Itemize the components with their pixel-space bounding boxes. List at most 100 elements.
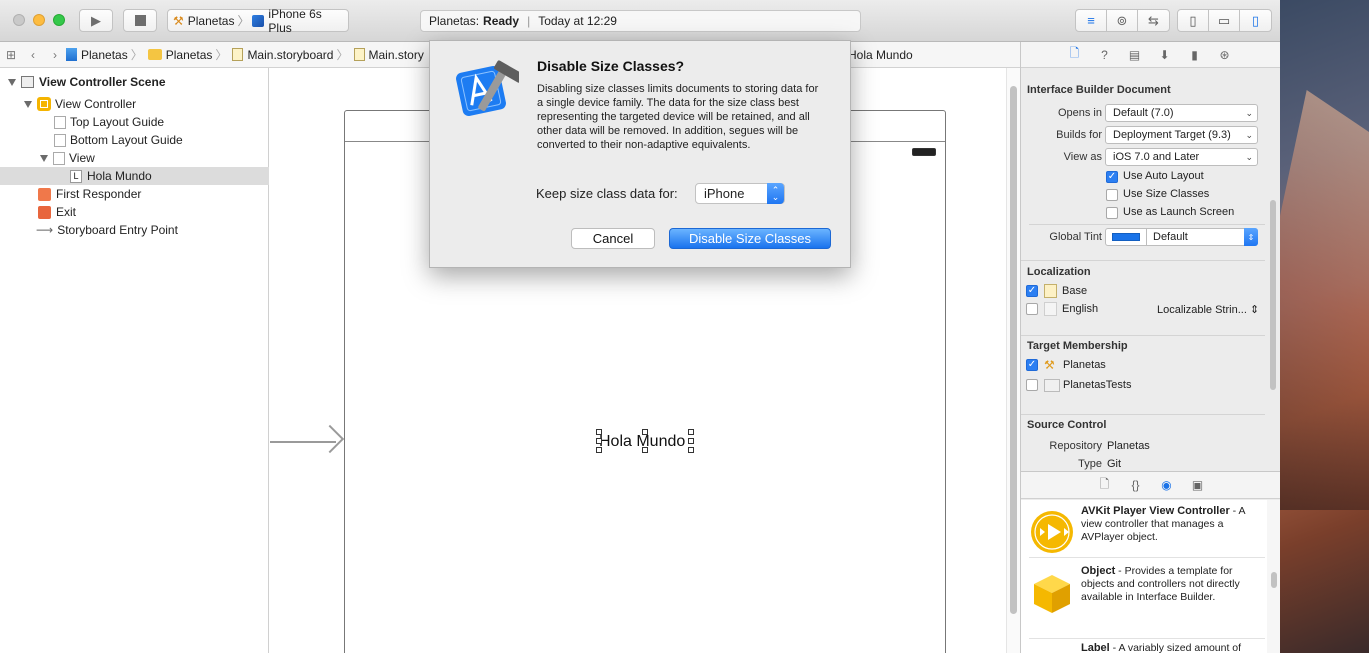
disclosure-triangle-icon[interactable] <box>40 154 48 162</box>
outline-view[interactable]: View <box>40 149 95 167</box>
outline-view-controller[interactable]: View Controller <box>24 95 136 113</box>
breadcrumb-project[interactable]: Planetas 〉 <box>66 46 146 63</box>
breadcrumb-folder[interactable]: Planetas 〉 <box>147 46 231 63</box>
left-panel-icon: ▯ <box>1189 12 1197 28</box>
localization-english-checkbox[interactable] <box>1026 303 1038 315</box>
first-responder-icon <box>38 187 51 201</box>
resize-handle[interactable] <box>596 429 602 435</box>
bottom-panel-icon: ▭ <box>1217 12 1231 28</box>
library-item[interactable]: Object - Provides a template for objects… <box>1021 558 1267 638</box>
zoom-window-button[interactable] <box>53 14 65 26</box>
library-item-desc: - A variably sized amount of <box>1109 642 1242 653</box>
quick-help-icon[interactable]: ? <box>1096 46 1113 63</box>
forward-arrow-icon[interactable]: › <box>44 48 66 62</box>
disclosure-triangle-icon[interactable] <box>8 78 16 86</box>
library-item[interactable]: AVKit Player View Controller - A view co… <box>1021 500 1267 555</box>
popup-value: iOS 7.0 and Later <box>1113 151 1200 163</box>
app-target-icon: ⚒ <box>1044 358 1055 372</box>
inspector-tabs: 🗋 ? ▤ ⬇ ▮ ⊛ <box>1021 42 1280 68</box>
minimize-window-button[interactable] <box>33 14 45 26</box>
stop-button[interactable] <box>123 9 157 32</box>
scheme-selector[interactable]: ⚒ Planetas 〉 iPhone 6s Plus <box>167 7 349 35</box>
outline-entry-point[interactable]: ⟶ Storyboard Entry Point <box>36 221 178 239</box>
resize-handle[interactable] <box>642 447 648 453</box>
scrollbar-thumb[interactable] <box>1271 572 1277 588</box>
attributes-inspector-icon[interactable]: ⬇ <box>1156 46 1173 63</box>
use-auto-layout-label: Use Auto Layout <box>1123 170 1204 182</box>
outline-label: Bottom Layout Guide <box>70 133 183 147</box>
media-library-icon[interactable]: ▣ <box>1189 477 1206 494</box>
outline-first-responder[interactable]: First Responder <box>38 185 141 203</box>
library-item[interactable]: Label - A variably sized amount of <box>1021 639 1267 653</box>
localization-file-icon <box>1044 302 1057 316</box>
toggle-debug-area-button[interactable]: ▭ <box>1209 10 1240 31</box>
popup-value: Default (7.0) <box>1113 107 1174 119</box>
resize-handle[interactable] <box>688 438 694 444</box>
outline-top-layout-guide[interactable]: Top Layout Guide <box>54 113 164 131</box>
outline-bottom-layout-guide[interactable]: Bottom Layout Guide <box>54 131 183 149</box>
disable-size-classes-button[interactable]: Disable Size Classes <box>669 228 831 249</box>
related-items-icon[interactable]: ⊞ <box>0 48 22 62</box>
run-button[interactable]: ▶ <box>79 9 113 32</box>
resize-handle[interactable] <box>688 429 694 435</box>
mountain-peak <box>1280 90 1369 510</box>
loc-english-type-popup[interactable]: Localizable Strin... ⇕ <box>1157 303 1259 316</box>
standard-editor-button[interactable]: ≡ <box>1076 10 1107 31</box>
cancel-button[interactable]: Cancel <box>571 228 655 249</box>
canvas-scrollbar[interactable] <box>1006 68 1020 653</box>
global-tint-popup[interactable]: Default ⇕ <box>1146 228 1258 246</box>
toggle-utilities-button[interactable]: ▯ <box>1240 10 1271 31</box>
section-title: Interface Builder Document <box>1027 84 1171 96</box>
inspector-scrollbar[interactable] <box>1266 70 1280 498</box>
outline-label-hola-mundo[interactable]: L Hola Mundo <box>0 167 269 185</box>
identity-inspector-icon[interactable]: ▤ <box>1126 46 1143 63</box>
breadcrumb-storyboard-base[interactable]: Main.story <box>353 48 424 62</box>
library-item-text: Label - A variably sized amount of <box>1081 642 1261 653</box>
disclosure-triangle-icon[interactable] <box>24 100 32 108</box>
resize-handle[interactable] <box>596 447 602 453</box>
outline-label: Hola Mundo <box>87 169 152 183</box>
size-inspector-icon[interactable]: ▮ <box>1186 46 1203 63</box>
resize-handle[interactable] <box>688 447 694 453</box>
file-template-library-icon[interactable]: 🗋 <box>1096 477 1113 494</box>
device-family-popup[interactable]: iPhone ⌃ ⌄ <box>695 183 785 204</box>
version-editor-button[interactable]: ⇆ <box>1138 10 1169 31</box>
breadcrumb-storyboard[interactable]: Main.storyboard 〉 <box>232 46 351 63</box>
back-arrow-icon[interactable]: ‹ <box>22 48 44 62</box>
status-project: Planetas: <box>429 14 480 28</box>
stepper-icon: ⌃ ⌄ <box>767 183 784 204</box>
use-launch-screen-checkbox[interactable] <box>1106 207 1118 219</box>
color-swatch <box>1112 233 1140 241</box>
chevron-right-icon: 〉 <box>130 48 143 62</box>
outline-scene[interactable]: View Controller Scene <box>8 73 166 91</box>
file-inspector-icon[interactable]: 🗋 <box>1066 46 1083 63</box>
view-as-popup[interactable]: iOS 7.0 and Later ⌄ <box>1105 148 1258 166</box>
use-auto-layout-checkbox[interactable]: ✓ <box>1106 171 1118 183</box>
status-state: Ready <box>483 14 520 28</box>
localization-base-checkbox[interactable]: ✓ <box>1026 285 1038 297</box>
use-size-classes-checkbox[interactable] <box>1106 189 1118 201</box>
builds-for-popup[interactable]: Deployment Target (9.3) ⌄ <box>1105 126 1258 144</box>
library-item-name: Object <box>1081 565 1116 577</box>
connections-inspector-icon[interactable]: ⊛ <box>1216 46 1233 63</box>
scrollbar-thumb[interactable] <box>1010 86 1017 614</box>
library-scrollbar[interactable] <box>1267 500 1280 653</box>
assistant-editor-button[interactable]: ⊚ <box>1107 10 1138 31</box>
outline-exit[interactable]: Exit <box>38 203 76 221</box>
loc-base-label: Base <box>1062 285 1088 297</box>
target-planetas-checkbox[interactable]: ✓ <box>1026 359 1038 371</box>
toggle-navigator-button[interactable]: ▯ <box>1178 10 1209 31</box>
chevron-right-icon: 〉 <box>336 48 349 62</box>
resize-handle[interactable] <box>596 438 602 444</box>
chevron-down-icon: ⌄ <box>1245 152 1253 162</box>
resize-handle[interactable] <box>642 429 648 435</box>
scrollbar-thumb[interactable] <box>1270 200 1276 390</box>
object-library-icon[interactable]: ◉ <box>1158 477 1175 494</box>
global-tint-swatch[interactable] <box>1105 228 1147 246</box>
opens-in-popup[interactable]: Default (7.0) ⌄ <box>1105 104 1258 122</box>
close-window-button[interactable] <box>13 14 25 26</box>
breadcrumb-tail[interactable]: Hola Mundo <box>848 48 913 62</box>
code-snippet-library-icon[interactable]: {} <box>1127 477 1144 494</box>
type-label: Type <box>1078 458 1102 470</box>
target-tests-checkbox[interactable] <box>1026 379 1038 391</box>
